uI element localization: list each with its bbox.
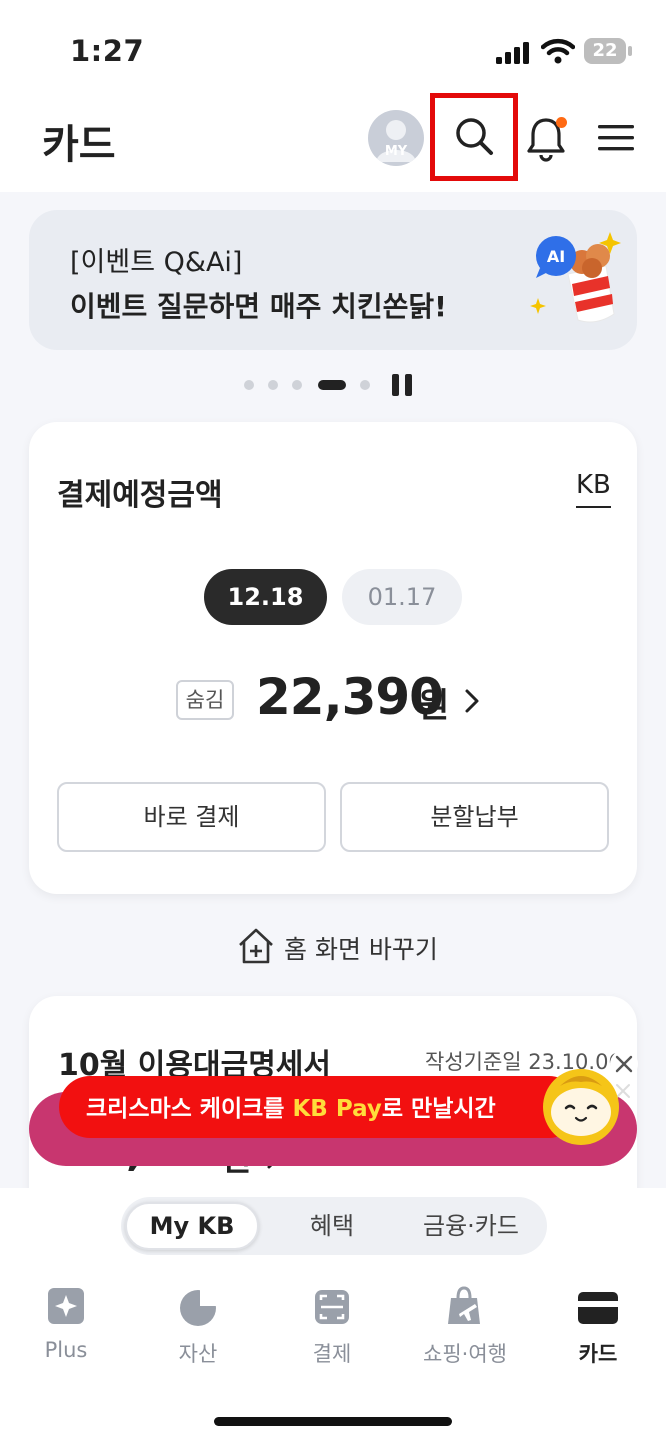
cellular-signal-icon <box>496 42 529 64</box>
tab-plus-label: Plus <box>44 1338 88 1362</box>
banner-headline: [이벤트 Q&Ai] <box>70 247 243 278</box>
pie-chart-icon <box>180 1288 218 1326</box>
pager-dot[interactable] <box>268 380 278 390</box>
scan-pay-icon <box>315 1290 349 1324</box>
home-plus-icon <box>239 928 273 964</box>
status-time: 1:27 <box>70 34 145 68</box>
tab-payment[interactable]: 결제 <box>277 1284 387 1368</box>
plus-star-icon <box>48 1288 84 1324</box>
pause-icon[interactable] <box>392 374 414 396</box>
change-home-screen-label: 홈 화면 바꾸기 <box>284 935 438 964</box>
currency-unit: 원 <box>418 686 450 726</box>
pager-dot[interactable] <box>360 380 370 390</box>
promo-text-after: 로 만날시간 <box>381 1096 496 1122</box>
promo-text-highlight: KB Pay <box>292 1096 382 1122</box>
promo-text: 크리스마스 케이크를 KB Pay로 만날시간 <box>86 1089 496 1123</box>
notification-badge <box>556 117 567 128</box>
tab-plus[interactable]: Plus <box>11 1284 121 1368</box>
pager-dot-active[interactable] <box>318 380 346 390</box>
page-title: 카드 <box>42 122 116 168</box>
pay-now-button[interactable]: 바로 결제 <box>57 782 326 852</box>
tab-payment-label: 결제 <box>312 1342 352 1366</box>
tab-card-label: 카드 <box>578 1342 618 1366</box>
mascot-character-icon[interactable] <box>538 1062 624 1148</box>
payment-amount[interactable]: 22,390 <box>256 668 444 726</box>
pager-dot[interactable] <box>244 380 254 390</box>
home-indicator <box>214 1417 452 1426</box>
segment-benefits[interactable]: 혜택 <box>271 1202 393 1250</box>
segment-finance-card[interactable]: 금융·카드 <box>401 1202 541 1250</box>
date-chip-selected[interactable]: 12.18 <box>204 569 327 625</box>
tab-shopping-travel-label: 쇼핑·여행 <box>423 1342 507 1366</box>
search-button[interactable] <box>430 93 518 181</box>
installment-payment-button[interactable]: 분할납부 <box>340 782 609 852</box>
avatar-label: MY <box>384 144 408 159</box>
chevron-right-icon[interactable] <box>462 686 482 716</box>
tab-card[interactable]: 카드 <box>543 1284 653 1368</box>
tab-shopping-travel[interactable]: 쇼핑·여행 <box>410 1284 520 1368</box>
hide-amount-toggle[interactable]: 숨김 <box>176 680 234 720</box>
banner-art-label: AI <box>547 247 565 266</box>
tab-assets[interactable]: 자산 <box>143 1284 253 1368</box>
battery-icon: 22 <box>584 38 632 66</box>
my-avatar-button[interactable]: MY <box>368 110 424 166</box>
banner-subline: 이벤트 질문하면 매주 치킨쏜닭! <box>70 290 447 323</box>
shopping-bag-plane-icon <box>448 1286 480 1324</box>
payment-due-title: 결제예정금액 <box>57 478 223 513</box>
search-icon <box>456 118 493 155</box>
date-chip[interactable]: 01.17 <box>342 569 462 625</box>
pager-dot[interactable] <box>292 380 302 390</box>
hamburger-menu-icon[interactable] <box>598 122 634 154</box>
promo-text-before: 크리스마스 케이크를 <box>86 1096 293 1122</box>
battery-level: 22 <box>592 40 618 61</box>
tab-assets-label: 자산 <box>178 1342 218 1366</box>
card-icon <box>578 1292 618 1324</box>
wifi-icon <box>541 38 575 64</box>
segment-my-kb[interactable]: My KB <box>125 1202 259 1250</box>
segmented-control: My KB 혜택 금융·카드 <box>121 1197 547 1255</box>
ai-chicken-bucket-illustration: AI <box>530 232 621 323</box>
card-selector-tab[interactable]: KB <box>576 470 611 508</box>
